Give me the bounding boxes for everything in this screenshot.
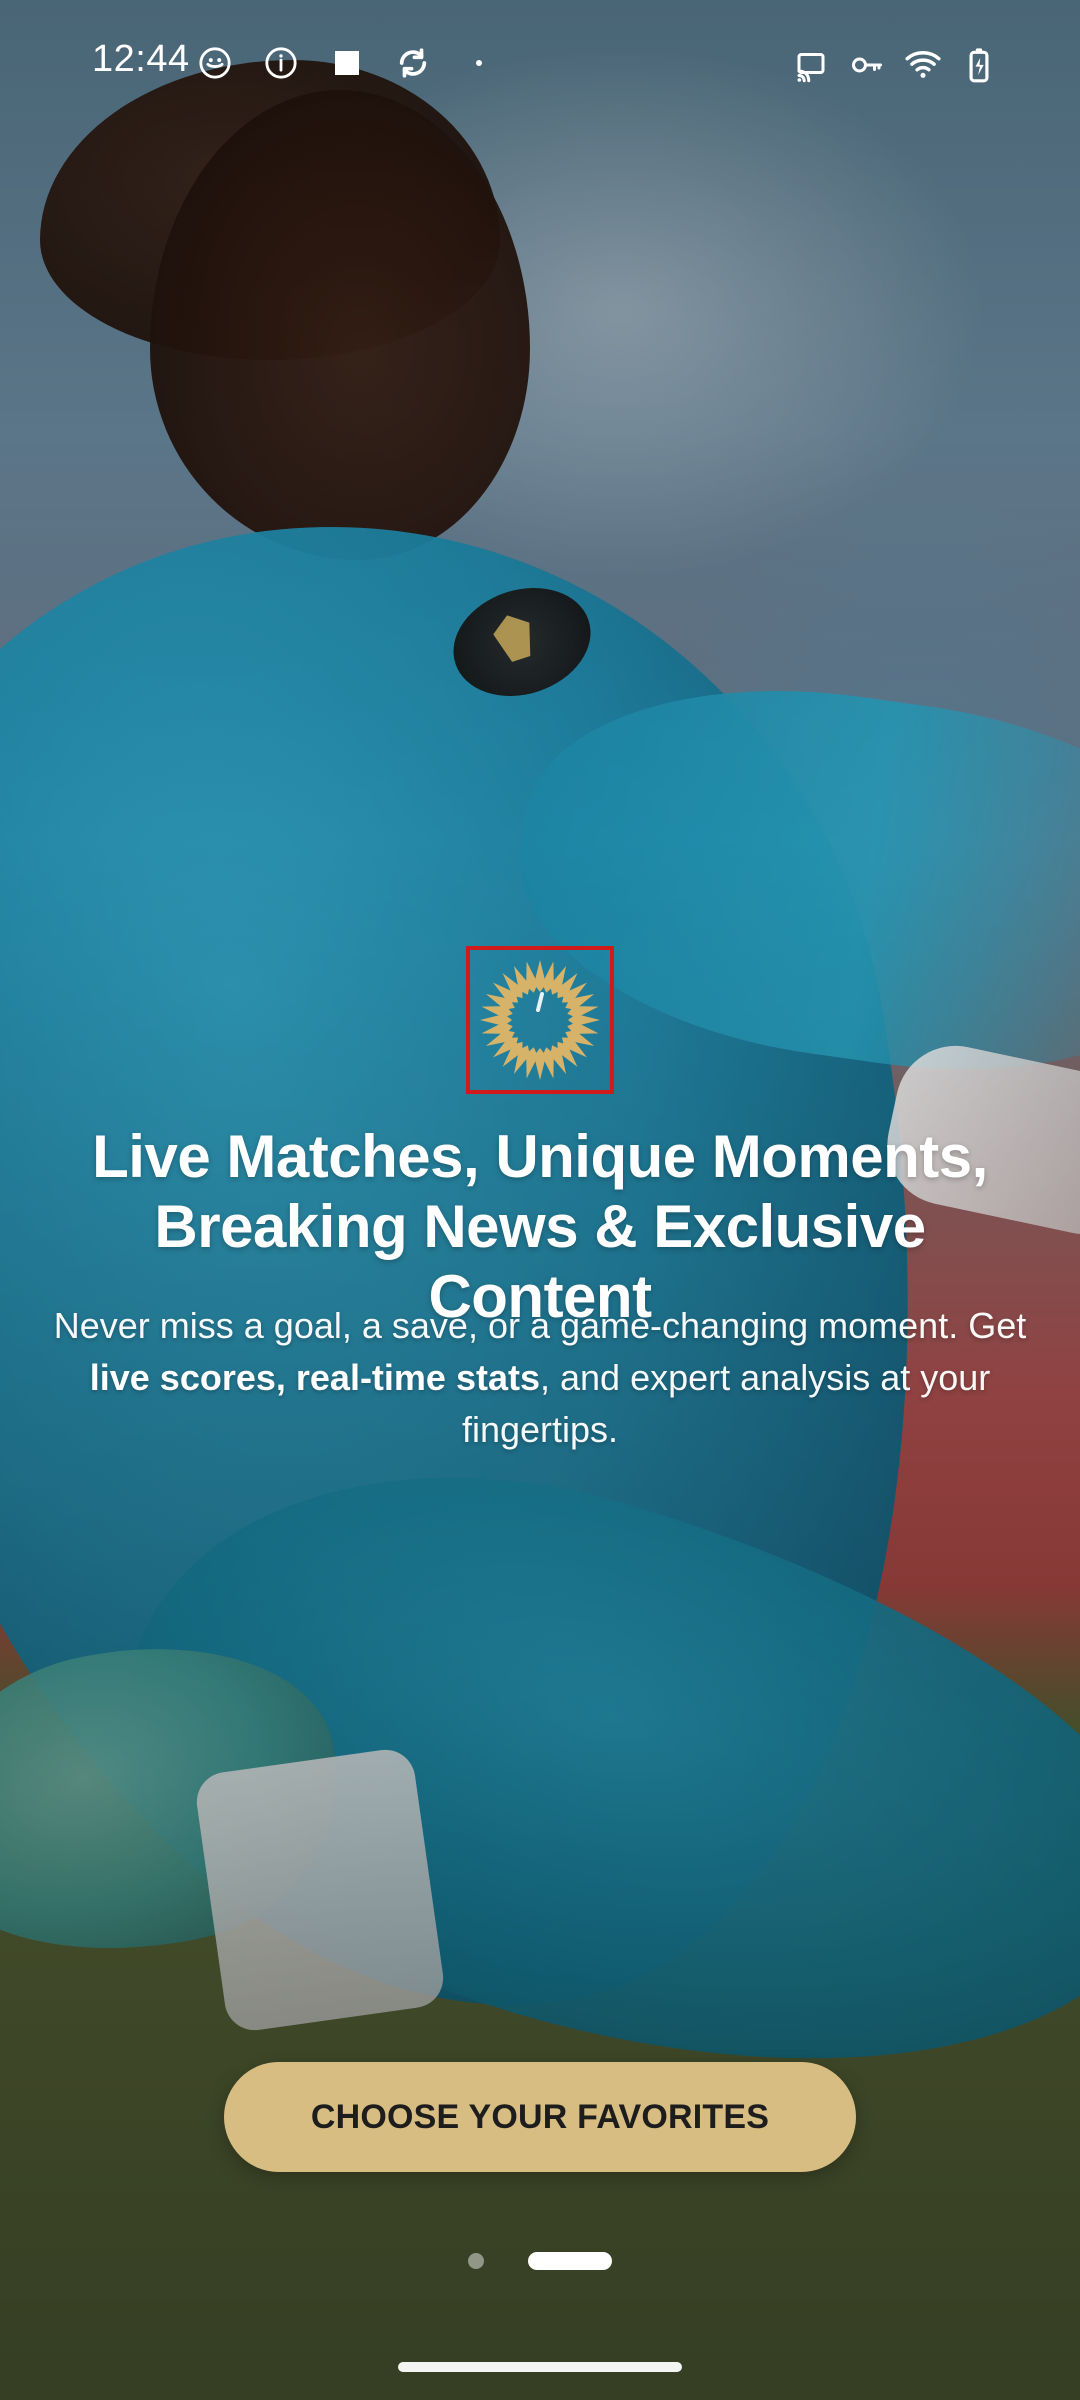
page-indicator bbox=[468, 2252, 612, 2270]
key-icon bbox=[848, 46, 886, 84]
page-indicator-dot[interactable] bbox=[468, 2253, 484, 2269]
headline-line-1: Live Matches, Unique Moments, bbox=[92, 1123, 988, 1190]
cast-icon bbox=[792, 46, 830, 84]
status-bar: 12:44 bbox=[0, 0, 1080, 136]
page-indicator-active[interactable] bbox=[528, 2252, 612, 2270]
square-icon bbox=[328, 44, 366, 82]
starburst-logo-icon bbox=[480, 960, 600, 1080]
info-icon bbox=[262, 44, 300, 82]
app-icon bbox=[196, 44, 234, 82]
sync-icon bbox=[394, 44, 432, 82]
choose-favorites-button[interactable]: CHOOSE YOUR FAVORITES bbox=[224, 2062, 856, 2172]
status-right-icons bbox=[792, 46, 998, 84]
subtext-part-2: , and expert analysis at your fingertips… bbox=[461, 1357, 991, 1450]
subtext-bold: live scores, real-time stats bbox=[89, 1357, 540, 1398]
dot-icon bbox=[460, 44, 498, 82]
onboarding-subtext: Never miss a goal, a save, or a game-cha… bbox=[52, 1300, 1028, 1456]
wifi-icon bbox=[904, 46, 942, 84]
onboarding-screen: 12:44 Live Matches, Unique Moments, Brea… bbox=[0, 0, 1080, 2400]
status-left-icons bbox=[196, 44, 498, 82]
status-time: 12:44 bbox=[92, 38, 190, 80]
gesture-bar[interactable] bbox=[398, 2362, 682, 2372]
subtext-part-1: Never miss a goal, a save, or a game-cha… bbox=[53, 1305, 1027, 1346]
battery-charging-icon bbox=[960, 46, 998, 84]
starburst-logo-highlight bbox=[466, 946, 614, 1094]
